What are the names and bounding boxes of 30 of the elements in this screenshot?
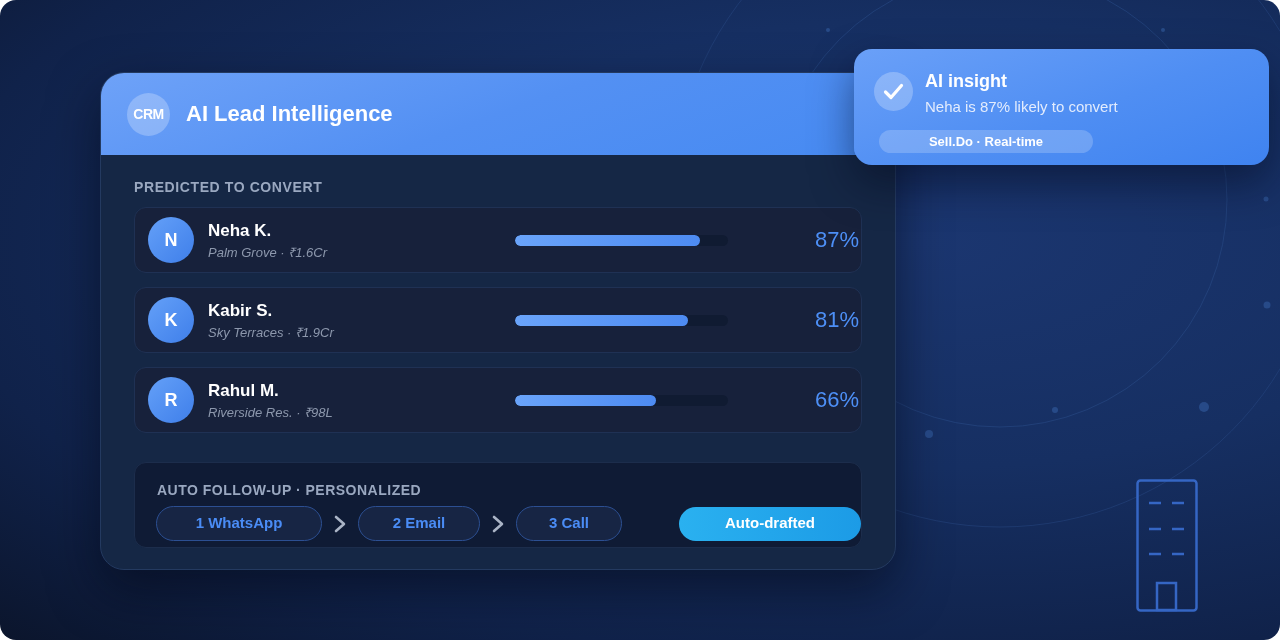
follow-up-step[interactable]: 3 Call [516, 506, 622, 541]
follow-up-step[interactable]: 2 Email [358, 506, 480, 541]
section-label: PREDICTED TO CONVERT [134, 178, 324, 196]
conversion-score: 66% [814, 387, 859, 413]
lead-name: Neha K. [208, 219, 272, 241]
chevron-right-icon [492, 514, 504, 533]
building-icon [1136, 479, 1198, 612]
follow-up-step[interactable]: 1 WhatsApp [156, 506, 322, 541]
lead-name: Kabir S. [208, 299, 273, 321]
status-pill: Auto-drafted [679, 506, 861, 541]
follow-up-label: AUTO FOLLOW-UP · PERSONALIZED [157, 481, 422, 499]
check-icon [874, 72, 913, 111]
lead-detail: Palm Grove · ₹1.6Cr [208, 243, 327, 261]
logo-badge: CRM [127, 92, 170, 136]
toast-title: AI insight [925, 71, 1007, 91]
lead-row[interactable]: K Kabir S. Sky Terraces · ₹1.9Cr 81% [134, 287, 862, 353]
source-tag: Sell.Do · Real-time [879, 130, 1093, 153]
conversion-score: 81% [814, 307, 859, 333]
lead-avatar: N [148, 217, 194, 263]
lead-avatar: R [148, 377, 194, 423]
lead-row[interactable]: R Rahul M. Riverside Res. · ₹98L 66% [134, 367, 862, 433]
lead-avatar: K [148, 297, 194, 343]
lead-name: Rahul M. [208, 379, 279, 401]
conversion-score: 87% [814, 227, 859, 253]
toast-message: Neha is 87% likely to convert [925, 97, 1118, 117]
lead-row[interactable]: N Neha K. Palm Grove · ₹1.6Cr 87% [134, 207, 862, 273]
card-title: AI Lead Intelligence [186, 100, 393, 128]
lead-detail: Riverside Res. · ₹98L [208, 403, 333, 421]
lead-detail: Sky Terraces · ₹1.9Cr [208, 323, 334, 341]
chevron-right-icon [334, 514, 346, 533]
